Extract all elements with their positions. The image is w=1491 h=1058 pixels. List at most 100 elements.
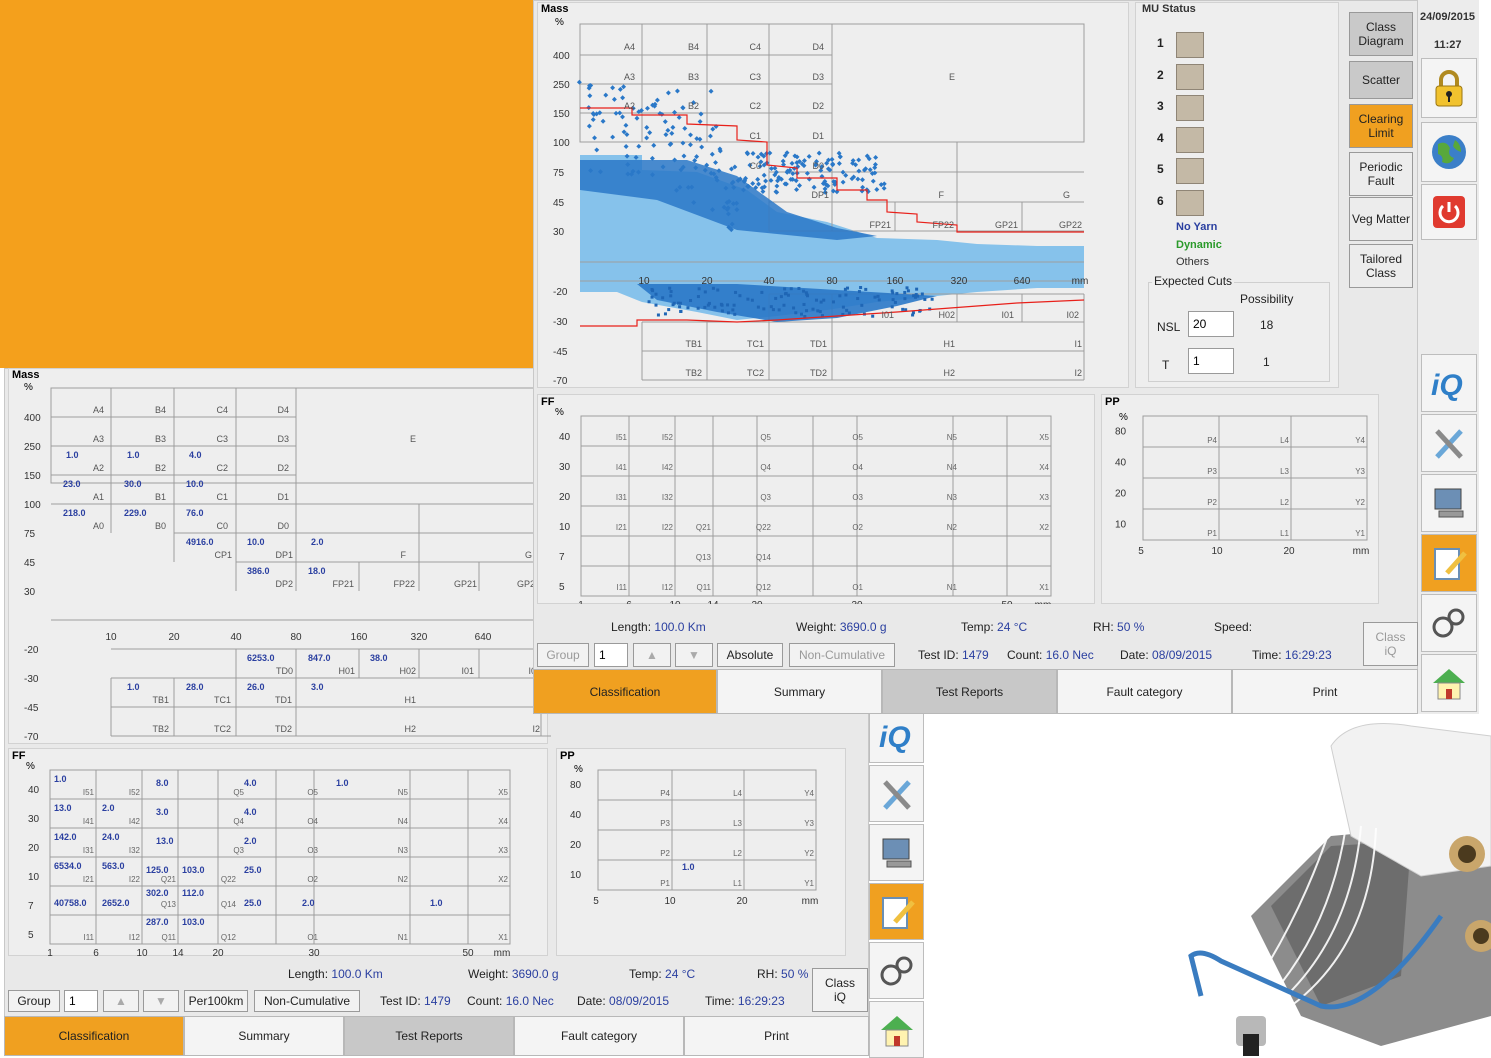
scatter-point <box>676 301 680 305</box>
back-group-button[interactable]: Group <box>8 990 60 1012</box>
front-down-arrow-button[interactable]: ▼ <box>675 643 713 667</box>
front-tab-print[interactable]: Print <box>1232 669 1418 714</box>
front-group-input[interactable] <box>594 643 628 667</box>
side-button-gears[interactable] <box>869 942 924 999</box>
back-up-arrow-button[interactable]: ▲ <box>103 990 139 1012</box>
measuring-unit-icon[interactable] <box>1176 63 1204 90</box>
back-class-iq-button[interactable]: Class iQ <box>812 968 868 1012</box>
pp-xtick: 20 <box>736 896 748 907</box>
nsl-input[interactable] <box>1188 311 1234 337</box>
front-temp: Temp: 24 °C <box>961 620 1028 634</box>
right-button-scatter[interactable]: Scatter <box>1349 61 1413 99</box>
scatter-point <box>738 294 742 298</box>
back-mass-title: Mass <box>12 369 40 381</box>
back-group-input[interactable] <box>64 990 98 1012</box>
ff-cell-label: N2 <box>398 875 409 884</box>
power-button[interactable] <box>1421 184 1477 240</box>
pp-ytick: 80 <box>570 780 582 791</box>
fcell-tb1: TB1 <box>685 339 702 349</box>
back-tab-test-reports[interactable]: Test Reports <box>344 1016 514 1056</box>
front-tab-fault-category[interactable]: Fault category <box>1057 669 1232 714</box>
back-down-arrow-button[interactable]: ▼ <box>143 990 179 1012</box>
back-tab-summary[interactable]: Summary <box>184 1016 344 1056</box>
measuring-unit-icon[interactable] <box>1176 158 1204 184</box>
side-button-monitor[interactable] <box>869 824 924 881</box>
lock-button[interactable] <box>1421 58 1477 118</box>
side-button-tools[interactable] <box>1421 414 1477 472</box>
val-b2: 30.0 <box>124 479 142 489</box>
back-tab-fault-category[interactable]: Fault category <box>514 1016 684 1056</box>
pp-cell-label: L1 <box>733 879 742 888</box>
scatter-point <box>829 156 835 162</box>
side-button-iq-logo[interactable]: iQ <box>869 706 924 763</box>
scatter-point <box>707 133 713 139</box>
ff-value: 103.0 <box>182 917 205 927</box>
measuring-unit-icon[interactable] <box>1176 189 1204 216</box>
back-pp-pct: % <box>574 764 583 775</box>
front-up-arrow-button[interactable]: ▲ <box>633 643 671 667</box>
front-mass-ytick: 400 <box>553 51 570 62</box>
front-tab-test-reports[interactable]: Test Reports <box>882 669 1057 714</box>
right-button-clearing-limit[interactable]: Clearing Limit <box>1349 104 1413 148</box>
pp-ytick: 40 <box>1115 458 1127 469</box>
front-tab-summary[interactable]: Summary <box>717 669 882 714</box>
front-mass-ytick: 250 <box>553 80 570 91</box>
side-button-home[interactable] <box>869 1001 924 1058</box>
side-button-gears[interactable] <box>1421 594 1477 652</box>
scatter-point <box>840 179 846 185</box>
scatter-point <box>831 300 835 304</box>
scatter-point <box>877 298 881 302</box>
front-absolute-button[interactable]: Absolute <box>717 643 783 667</box>
cell-c3: C3 <box>216 434 228 444</box>
front-mass-ytick: 30 <box>553 227 565 238</box>
right-button-tailored-class[interactable]: Tailored Class <box>1349 244 1413 288</box>
back-tab-classification[interactable]: Classification <box>4 1016 184 1056</box>
back-tab-print[interactable]: Print <box>684 1016 869 1056</box>
ff-cell-label: O5 <box>307 788 318 797</box>
scatter-point <box>830 161 836 167</box>
ff-cell-label: X2 <box>498 875 508 884</box>
right-button-periodic-fault[interactable]: Periodic Fault <box>1349 152 1413 196</box>
scatter-point <box>794 187 800 193</box>
scatter-point <box>663 312 667 316</box>
tools-icon <box>1435 429 1463 459</box>
measuring-unit-icon[interactable] <box>1176 126 1204 153</box>
scatter-point <box>592 135 598 141</box>
ff-value: 25.0 <box>244 898 262 908</box>
cell-fp21: FP21 <box>332 579 354 589</box>
back-noncumulative-button[interactable]: Non-Cumulative <box>254 990 360 1012</box>
front-tab-classification[interactable]: Classification <box>533 669 717 714</box>
ff-value: 2652.0 <box>102 898 130 908</box>
cell-c0: C0 <box>216 521 228 531</box>
side-button-notepad-edit[interactable] <box>869 883 924 940</box>
scatter-point <box>845 308 849 312</box>
ff-cell-label: Q5 <box>760 433 771 442</box>
side-button-home[interactable] <box>1421 654 1477 712</box>
scatter-point <box>915 287 919 291</box>
right-button-class-diagram[interactable]: Class Diagram <box>1349 12 1413 56</box>
measuring-unit-icon[interactable] <box>1176 95 1204 121</box>
mu-status-title: MU Status <box>1142 3 1196 15</box>
t-input[interactable] <box>1188 348 1234 374</box>
fcell-i1: I1 <box>1074 339 1082 349</box>
side-button-monitor[interactable] <box>1421 474 1477 532</box>
scatter-point <box>819 300 823 304</box>
globe-button[interactable] <box>1421 122 1477 182</box>
scatter-point <box>681 153 687 159</box>
right-button-veg-matter[interactable]: Veg Matter <box>1349 197 1413 241</box>
front-group-button[interactable]: Group <box>537 643 589 667</box>
back-mass-xtick: 20 <box>168 632 180 643</box>
side-button-notepad-edit[interactable] <box>1421 534 1477 592</box>
ff-value: 142.0 <box>54 832 77 842</box>
fcell-gp22: GP22 <box>1059 220 1082 230</box>
front-noncumulative-button[interactable]: Non-Cumulative <box>789 643 895 667</box>
front-pp-grid: 80 40 20 10 5 10 20 mm P4 L4 Y4 P3 L3 Y3 P2 L2 Y2 P1 L1 Y1 <box>1115 415 1369 557</box>
front-class-iq-button[interactable]: Class iQ <box>1363 622 1418 666</box>
scatter-point <box>716 288 720 292</box>
pp-cell-label: P2 <box>1207 498 1217 507</box>
side-button-tools[interactable] <box>869 765 924 822</box>
front-mass-ytick: 100 <box>553 138 570 149</box>
measuring-unit-icon[interactable] <box>1176 32 1204 58</box>
side-button-iq-logo[interactable]: iQ <box>1421 354 1477 412</box>
back-per100km-button[interactable]: Per100km <box>184 990 248 1012</box>
